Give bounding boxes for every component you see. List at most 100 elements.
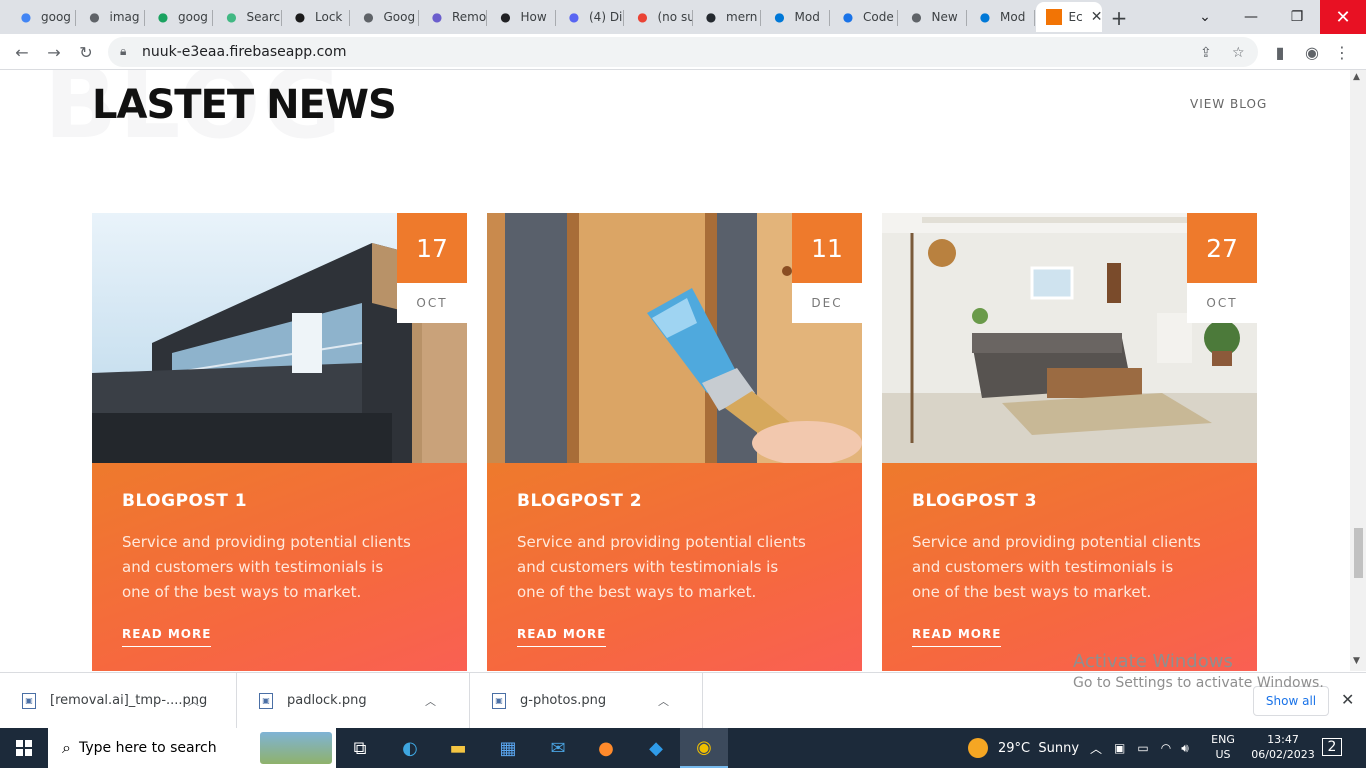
close-download-shelf-icon[interactable]: ✕	[1341, 690, 1354, 709]
post-month: OCT	[1187, 283, 1257, 323]
bookmark-star-icon[interactable]: ☆	[1232, 45, 1245, 61]
windows-start-button[interactable]	[0, 728, 48, 768]
chrome-icon: ●	[911, 10, 922, 24]
edge-browser-icon[interactable]: ◐	[386, 728, 434, 768]
browser-tab[interactable]: ● New	[899, 2, 967, 32]
tab-active[interactable]: Ec ✕	[1035, 2, 1102, 32]
codepen-c-icon: ●	[842, 10, 854, 24]
blog-card[interactable]: 11 DEC BLOGPOST 2 Service and providing …	[487, 213, 862, 671]
remove-icon: ●	[431, 10, 443, 24]
browser-tab[interactable]: ● Mod	[967, 2, 1035, 32]
browser-tab[interactable]: ● Code	[830, 2, 898, 32]
profile-avatar[interactable]: ◉	[1300, 40, 1324, 64]
download-filename[interactable]: g-photos.png	[520, 693, 658, 708]
read-more-link[interactable]: READ MORE	[122, 627, 212, 647]
tab-title: goog	[41, 10, 71, 24]
browser-tab[interactable]: ● Mod	[762, 2, 830, 32]
browser-tab[interactable]: ● (4) Di	[556, 2, 624, 32]
terminal-icon: ●	[500, 10, 511, 24]
taskbar-clock[interactable]: 13:47 06/02/2023	[1250, 732, 1316, 762]
notification-center-icon[interactable]: 2	[1322, 738, 1342, 756]
chrome-taskbar-icon[interactable]: ◉	[680, 728, 728, 768]
post-excerpt: Service and providing potential clients …	[912, 533, 1201, 601]
chevron-up-icon[interactable]: ︿	[658, 693, 669, 709]
gmail-icon: ●	[637, 10, 648, 24]
microsoft-store-icon[interactable]: ▦	[484, 728, 532, 768]
task-view-icon[interactable]: ⧉	[336, 728, 384, 768]
tab-close-icon[interactable]: ✕	[1091, 9, 1102, 25]
browser-tab[interactable]: ● Searc	[214, 2, 282, 32]
url-text[interactable]: nuuk-e3eaa.firebaseapp.com	[142, 44, 346, 60]
browser-tab[interactable]: ● Lock	[282, 2, 350, 32]
scrollbar-thumb[interactable]	[1354, 528, 1363, 578]
blog-card[interactable]: 17 OCT BLOGPOST 1 Service and providing …	[92, 213, 467, 671]
chevron-up-icon[interactable]: ︿	[188, 693, 199, 709]
download-item[interactable]: ▣ padlock.png ︿	[237, 673, 470, 728]
new-tab-button[interactable]: +	[1108, 6, 1130, 30]
kebab-menu-icon[interactable]: ⋮	[1330, 40, 1354, 64]
weather-temperature: 29°C	[998, 740, 1031, 756]
tab-title: (no su	[657, 10, 693, 24]
download-item[interactable]: ▣ g-photos.png ︿	[470, 673, 703, 728]
post-date-badge: 27 OCT	[1187, 213, 1257, 323]
post-day: 17	[397, 213, 467, 283]
browser-tab[interactable]: ● goog	[145, 2, 213, 32]
chevron-up-icon[interactable]: ︿	[425, 693, 436, 709]
read-more-link[interactable]: READ MORE	[912, 627, 1002, 647]
window-close-button[interactable]: ✕	[1320, 0, 1366, 34]
vscode-icon[interactable]: ◆	[632, 728, 680, 768]
show-hidden-icons-chevron-icon[interactable]: ︿	[1090, 740, 1102, 757]
browser-tab-strip: ● goog ● imag ● goog ● Searc ● Lock ● Goog ● Remo ● How…	[0, 0, 1366, 34]
github-icon: ●	[705, 10, 717, 24]
meet-now-icon[interactable]: ▣	[1114, 741, 1125, 755]
browser-tab[interactable]: ● Remo	[419, 2, 487, 32]
post-title[interactable]: BLOGPOST 2	[517, 491, 642, 511]
scroll-up-arrow-icon[interactable]: ▲	[1353, 72, 1360, 82]
input-language-indicator[interactable]: ENG US	[1208, 732, 1238, 762]
file-explorer-icon[interactable]: ▬	[434, 728, 482, 768]
browser-tab[interactable]: ● goog	[8, 2, 76, 32]
browser-tab[interactable]: ● Goog	[351, 2, 419, 32]
discord-icon: ●	[568, 10, 580, 24]
post-title[interactable]: BLOGPOST 1	[122, 491, 247, 511]
search-placeholder[interactable]: Type here to search	[79, 740, 217, 756]
restore-button[interactable]: ❐	[1274, 0, 1320, 34]
bolt-icon: ●	[157, 10, 169, 24]
browser-tab[interactable]: ● mern	[693, 2, 761, 32]
wifi-icon[interactable]: ◠	[1161, 741, 1171, 755]
download-item[interactable]: ▣ [removal.ai]_tmp-....png ︿	[0, 673, 237, 728]
watermark-subtitle: Go to Settings to activate Windows.	[1073, 675, 1324, 691]
tab-title: mern	[726, 10, 758, 24]
url-omnibox[interactable]: 🔒︎ nuuk-e3eaa.firebaseapp.com ⇪ ☆	[108, 37, 1258, 67]
minimize-button[interactable]: —	[1228, 0, 1274, 34]
browser-tab[interactable]: ● imag	[77, 2, 145, 32]
tab-title: Goog	[383, 10, 416, 24]
firefox-icon[interactable]: ●	[582, 728, 630, 768]
post-title[interactable]: BLOGPOST 3	[912, 491, 1037, 511]
back-button[interactable]: ←	[10, 40, 34, 64]
weather-description: Sunny	[1038, 740, 1080, 756]
forward-button[interactable]: →	[42, 40, 66, 64]
volume-icon[interactable]: 🔊︎	[1181, 741, 1189, 756]
share-icon[interactable]: ⇪	[1200, 45, 1212, 61]
windows-taskbar: ⌕ Type here to search ⧉ ◐ ▬ ▦ ✉ ● ◆ ◉ 29…	[0, 728, 1366, 768]
scroll-down-arrow-icon[interactable]: ▼	[1353, 656, 1360, 666]
read-more-link[interactable]: READ MORE	[517, 627, 607, 647]
browser-tab[interactable]: ● How	[488, 2, 556, 32]
mail-icon[interactable]: ✉	[534, 728, 582, 768]
download-filename[interactable]: [removal.ai]_tmp-....png	[50, 693, 207, 708]
tab-title: (4) Di	[589, 10, 623, 24]
battery-icon[interactable]: ▭	[1137, 741, 1148, 755]
download-filename[interactable]: padlock.png	[287, 693, 425, 708]
section-title: LASTET NEWS	[92, 82, 397, 128]
browser-tab[interactable]: ● (no su	[625, 2, 693, 32]
page-scrollbar[interactable]: ▲ ▼	[1350, 70, 1366, 671]
reload-button[interactable]: ↻	[74, 40, 98, 64]
taskbar-search-box[interactable]: ⌕ Type here to search	[48, 728, 336, 768]
blog-card[interactable]: 27 OCT BLOGPOST 3 Service and providing …	[882, 213, 1257, 671]
weather-widget[interactable]: 29°C Sunny	[968, 728, 1079, 768]
side-panel-icon[interactable]: ▮	[1268, 40, 1292, 64]
google-icon: ●	[20, 10, 32, 24]
view-blog-link[interactable]: VIEW BLOG	[1190, 97, 1267, 111]
tab-search-chevron-icon[interactable]: ⌄	[1182, 0, 1228, 34]
